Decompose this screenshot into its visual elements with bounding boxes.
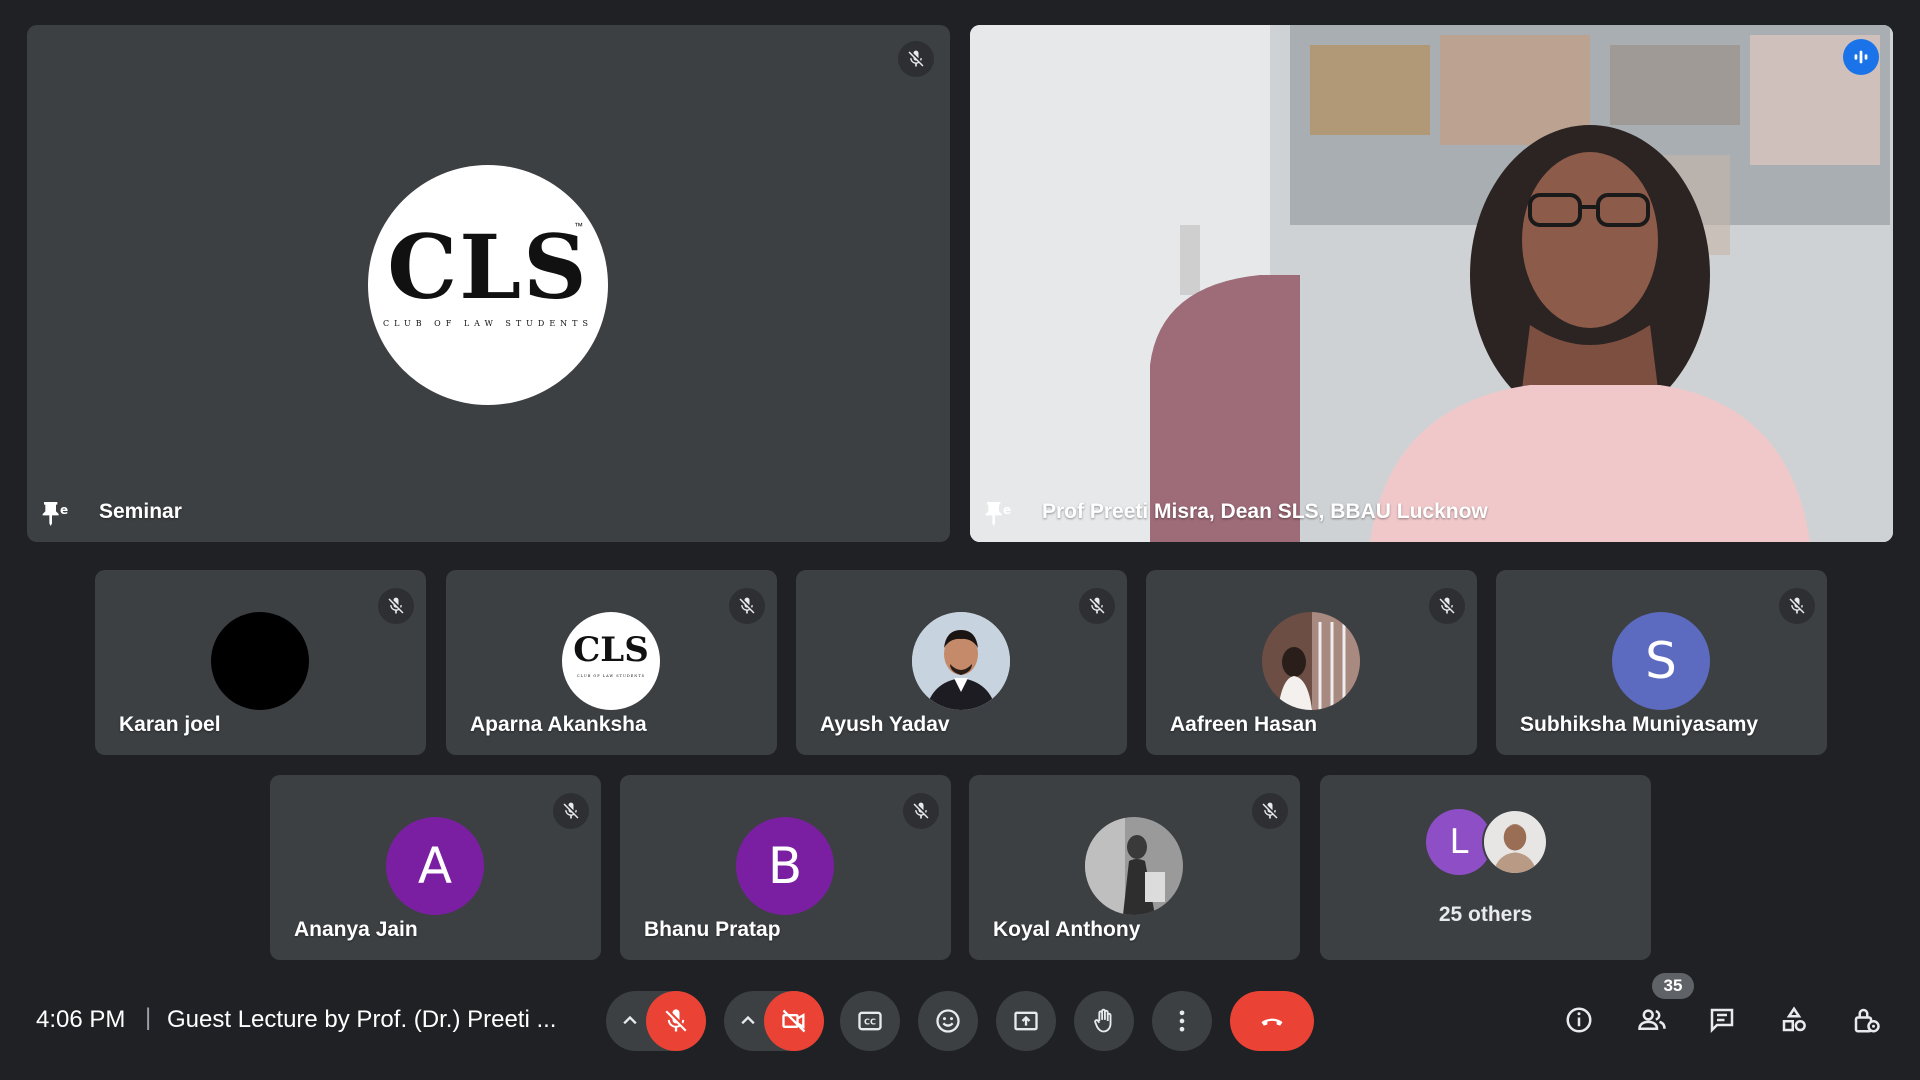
emoji-button[interactable] (918, 991, 978, 1051)
avatar (211, 612, 309, 710)
participant-name: Karan joel (119, 713, 221, 736)
meeting-time: 4:06 PM (36, 1006, 126, 1033)
tile-ayush-yadav[interactable]: Ayush Yadav (796, 570, 1127, 755)
mic-off-icon (1252, 793, 1288, 829)
tile-bhanu-pratap[interactable]: B Bhanu Pratap (620, 775, 951, 960)
mic-off-button[interactable] (646, 991, 706, 1051)
info-icon (1566, 1007, 1592, 1033)
svg-text:e: e (60, 503, 68, 517)
participant-name: Bhanu Pratap (644, 918, 781, 941)
host-controls-icon (1854, 1008, 1880, 1033)
mic-off-icon (1429, 588, 1465, 624)
tile-ananya-jain[interactable]: A Ananya Jain (270, 775, 601, 960)
tile-active-speaker[interactable]: e Prof Preeti Misra, Dean SLS, BBAU Luck… (970, 25, 1893, 542)
participant-name: Koyal Anthony (993, 918, 1141, 941)
tile-koyal-anthony[interactable]: Koyal Anthony (969, 775, 1300, 960)
avatar-logo-subtext: CLUB OF LAW STUDENTS (576, 674, 646, 678)
cls-logo-text: CLS (387, 215, 589, 319)
present-button[interactable] (996, 991, 1056, 1051)
mic-off-icon (665, 1009, 687, 1032)
mic-control-group (606, 991, 706, 1051)
avatar: S (1612, 612, 1710, 710)
participant-name: Seminar (99, 500, 182, 523)
end-call-icon (1261, 1018, 1283, 1026)
tile-aafreen-hasan[interactable]: Aafreen Hasan (1146, 570, 1477, 755)
separator: | (145, 1004, 152, 1031)
emoji-icon (936, 1009, 960, 1033)
video-off-icon (782, 1009, 806, 1033)
mic-off-icon (553, 793, 589, 829)
meeting-title[interactable]: Guest Lecture by Prof. (Dr.) Preeti ... (167, 1006, 556, 1034)
present-icon (1014, 1011, 1038, 1031)
mic-off-icon (378, 588, 414, 624)
avatar-photo (1262, 612, 1360, 710)
captions-button[interactable]: CC (840, 991, 900, 1051)
participant-name: Ananya Jain (294, 918, 418, 941)
tile-others[interactable]: L 25 others (1320, 775, 1651, 960)
pin-icon[interactable]: e (40, 498, 72, 530)
tile-aparna-akanksha[interactable]: CLS CLUB OF LAW STUDENTS Aparna Akanksha (446, 570, 777, 755)
chat-icon (1710, 1008, 1734, 1034)
camera-off-button[interactable] (764, 991, 824, 1051)
svg-text:CC: CC (864, 1017, 876, 1027)
speaking-indicator-icon (1843, 39, 1879, 75)
speaker-video-feed (970, 25, 1893, 542)
meeting-info-button[interactable] (1559, 1000, 1599, 1040)
tile-seminar[interactable]: CLS ™ CLUB OF LAW STUDENTS e Seminar (27, 25, 950, 542)
chevron-up-icon[interactable] (734, 1007, 758, 1035)
participant-name: Ayush Yadav (820, 713, 950, 736)
more-options-button[interactable] (1152, 991, 1212, 1051)
participant-name: Aparna Akanksha (470, 713, 647, 736)
tile-karan-joel[interactable]: Karan joel (95, 570, 426, 755)
people-icon (1638, 1009, 1666, 1030)
mic-off-icon (729, 588, 765, 624)
activities-icon (1782, 1006, 1806, 1032)
participant-name: Subhiksha Muniyasamy (1520, 713, 1759, 736)
raise-hand-icon (1094, 1008, 1112, 1033)
host-controls-button[interactable] (1846, 1000, 1886, 1040)
pin-icon[interactable]: e (983, 498, 1015, 530)
end-call-button[interactable] (1230, 991, 1314, 1051)
cls-logo: CLS ™ CLUB OF LAW STUDENTS (368, 165, 608, 405)
svg-text:e: e (1003, 503, 1011, 517)
chat-button[interactable] (1702, 1000, 1742, 1040)
cls-logo-subtext: CLUB OF LAW STUDENTS (383, 319, 593, 328)
others-label: 25 others (1438, 903, 1533, 926)
participant-name: Prof Preeti Misra, Dean SLS, BBAU Luckno… (1042, 500, 1488, 523)
mic-off-icon (903, 793, 939, 829)
participant-name: Aafreen Hasan (1170, 713, 1318, 736)
people-count-badge: 35 (1652, 973, 1694, 999)
avatar-logo-text: CLS (573, 630, 649, 670)
captions-icon: CC (858, 1011, 882, 1031)
chevron-up-icon[interactable] (616, 1007, 640, 1035)
mic-off-icon (898, 41, 934, 77)
avatar: B (736, 817, 834, 915)
tile-subhiksha-muniyasamy[interactable]: S Subhiksha Muniyasamy (1496, 570, 1827, 755)
avatar-photo (912, 612, 1010, 710)
avatar: A (386, 817, 484, 915)
avatar-photo (1482, 809, 1548, 875)
activities-button[interactable] (1774, 1000, 1814, 1040)
cls-logo-tm: ™ (574, 221, 583, 231)
raise-hand-button[interactable] (1074, 991, 1134, 1051)
mic-off-icon (1079, 588, 1115, 624)
more-options-icon (1179, 1010, 1185, 1032)
avatar-photo (1085, 817, 1183, 915)
mic-off-icon (1779, 588, 1815, 624)
camera-control-group (724, 991, 824, 1051)
avatar: CLS CLUB OF LAW STUDENTS (562, 612, 660, 710)
people-button[interactable] (1632, 1000, 1672, 1040)
